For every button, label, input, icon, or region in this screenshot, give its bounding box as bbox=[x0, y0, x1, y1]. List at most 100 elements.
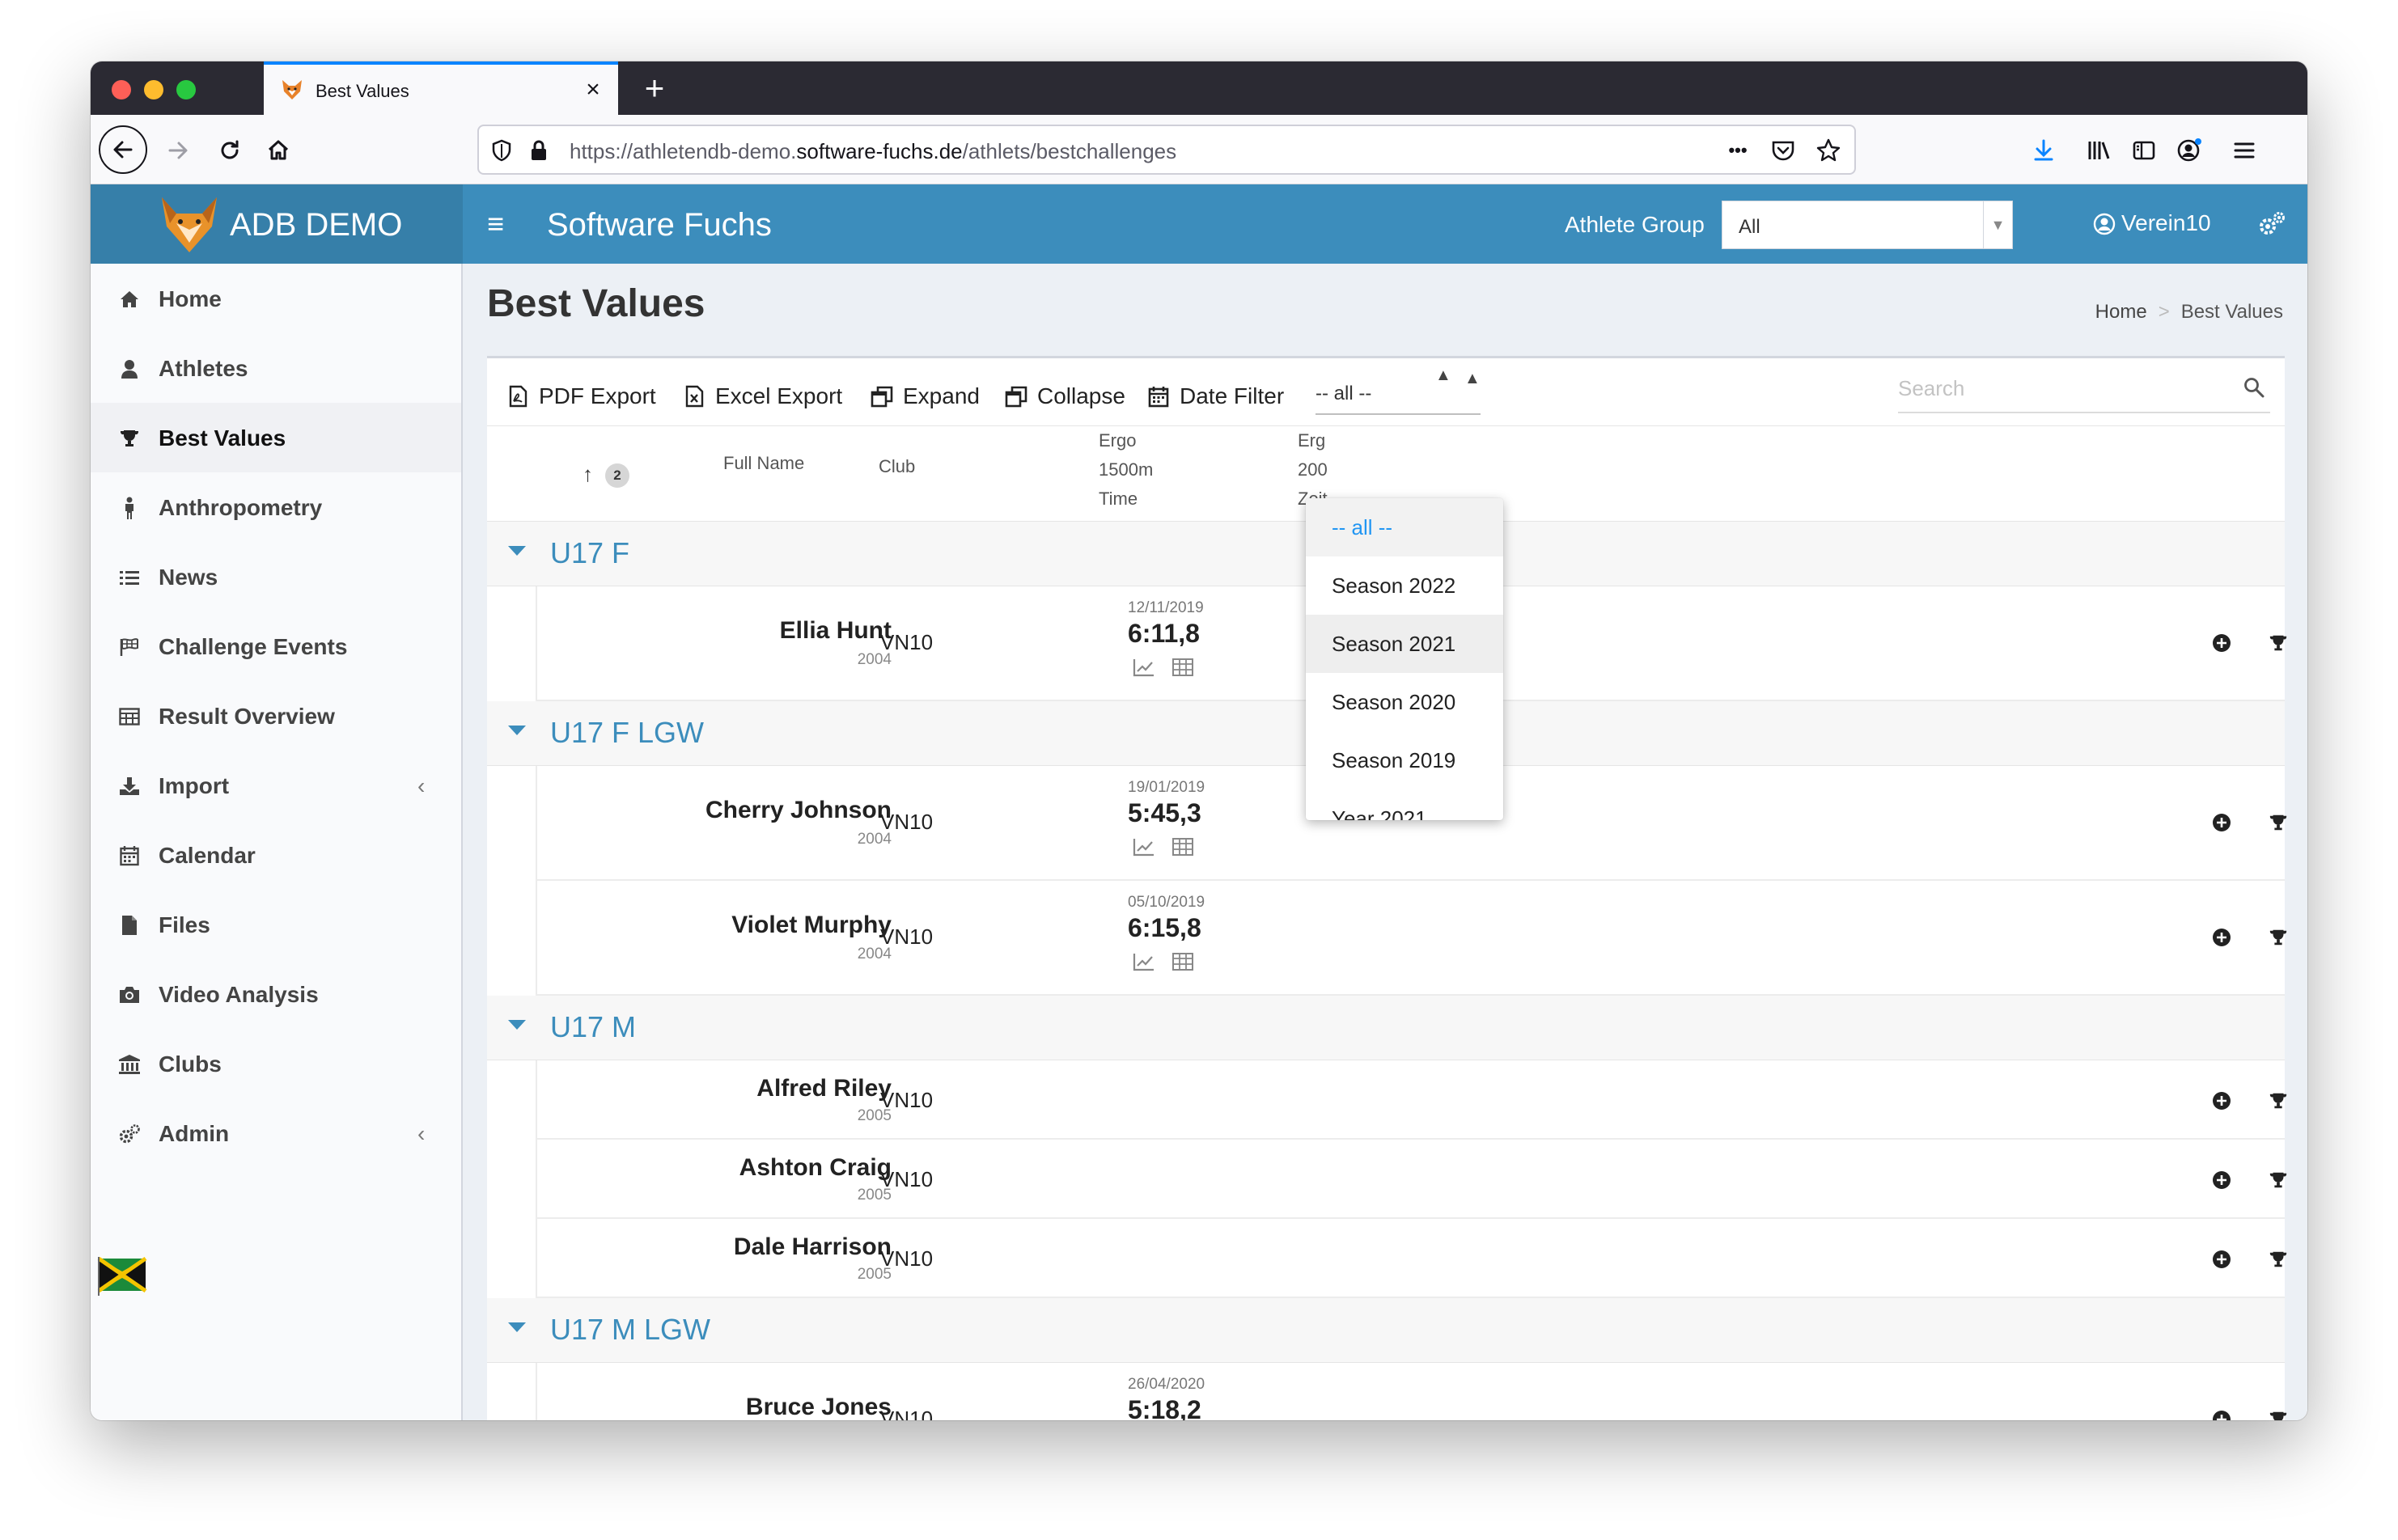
table-row[interactable]: Violet Murphy 2004 VN10 05/10/2019 6:15,… bbox=[536, 881, 2288, 996]
date-filter-button[interactable]: Date Filter bbox=[1147, 383, 1284, 410]
group-header[interactable]: U17 M bbox=[487, 996, 2285, 1060]
home-button[interactable] bbox=[257, 129, 299, 171]
dropdown-option-season-2020[interactable]: Season 2020 bbox=[1306, 673, 1503, 731]
table-icon[interactable] bbox=[1171, 952, 1194, 971]
zoom-window-button[interactable] bbox=[176, 80, 196, 99]
breadcrumb-home[interactable]: Home bbox=[2095, 301, 2147, 323]
table-row[interactable]: Ashton Craig 2005 VN10 bbox=[536, 1140, 2288, 1219]
pocket-icon[interactable] bbox=[1770, 138, 1796, 163]
app-menu-button[interactable] bbox=[2223, 129, 2265, 171]
dropdown-option-season-2019[interactable]: Season 2019 bbox=[1306, 731, 1503, 789]
result-time[interactable]: 6:15,8 bbox=[1128, 913, 1201, 943]
search-icon[interactable] bbox=[2243, 376, 2265, 399]
url-bar[interactable]: https://athletendb-demo.software-fuchs.d… bbox=[477, 125, 1856, 175]
athlete-name[interactable]: Ashton Craig bbox=[739, 1154, 892, 1182]
dropdown-option-season-2021[interactable]: Season 2021 bbox=[1306, 615, 1503, 673]
expand-button[interactable]: Expand bbox=[871, 383, 980, 410]
plus-circle-icon[interactable] bbox=[2212, 1250, 2231, 1269]
lock-icon[interactable] bbox=[526, 138, 552, 163]
plus-circle-icon[interactable] bbox=[2212, 1170, 2231, 1190]
sidebar-item-challenge-events[interactable]: Challenge Events bbox=[91, 611, 461, 681]
account-button[interactable] bbox=[2168, 129, 2210, 171]
sort-ascending-icon[interactable]: ↑ bbox=[583, 462, 593, 487]
column-header-full-name[interactable]: Full Name bbox=[723, 449, 804, 478]
sidebar-toggle-icon[interactable]: ≡ bbox=[487, 207, 504, 241]
sidebar-item-admin[interactable]: Admin ‹ bbox=[91, 1098, 461, 1168]
new-tab-button[interactable]: + bbox=[634, 68, 675, 108]
athlete-group-select[interactable]: All ▼ bbox=[1722, 201, 2013, 249]
sidebar-item-import[interactable]: Import ‹ bbox=[91, 751, 461, 820]
group-header[interactable]: U17 M LGW bbox=[487, 1298, 2285, 1363]
downloads-button[interactable] bbox=[2023, 129, 2065, 171]
sidebar-item-clubs[interactable]: Clubs bbox=[91, 1029, 461, 1098]
trophy-icon[interactable] bbox=[2269, 928, 2288, 947]
forward-button[interactable] bbox=[157, 129, 199, 171]
athlete-name[interactable]: Bruce Jones bbox=[746, 1394, 892, 1420]
trophy-icon[interactable] bbox=[2269, 1250, 2288, 1269]
table-icon[interactable] bbox=[1171, 658, 1194, 677]
sidebar-item-video-analysis[interactable]: Video Analysis bbox=[91, 959, 461, 1029]
table-row[interactable]: Bruce Jones VN10 26/04/2020 5:18,2 bbox=[536, 1363, 2288, 1420]
trophy-icon[interactable] bbox=[2269, 1170, 2288, 1190]
table-icon[interactable] bbox=[1171, 837, 1194, 857]
library-button[interactable] bbox=[2078, 129, 2120, 171]
sidebar-item-anthropometry[interactable]: Anthropometry bbox=[91, 472, 461, 542]
close-window-button[interactable] bbox=[112, 80, 131, 99]
athlete-name[interactable]: Dale Harrison bbox=[734, 1233, 892, 1261]
sidebar-item-news[interactable]: News bbox=[91, 542, 461, 611]
sidebar-item-result-overview[interactable]: Result Overview bbox=[91, 681, 461, 751]
dropdown-option-season-2022[interactable]: Season 2022 bbox=[1306, 556, 1503, 615]
column-header-club[interactable]: Club bbox=[879, 452, 915, 481]
user-circle-icon[interactable] bbox=[2092, 212, 2116, 236]
line-chart-icon[interactable] bbox=[1133, 658, 1155, 677]
url-text[interactable]: https://athletendb-demo.software-fuchs.d… bbox=[570, 139, 1176, 164]
plus-circle-icon[interactable] bbox=[2212, 1410, 2231, 1420]
settings-cogs-icon[interactable] bbox=[2257, 210, 2286, 238]
trophy-icon[interactable] bbox=[2269, 633, 2288, 653]
search-input[interactable]: Search bbox=[1898, 368, 2270, 413]
table-row[interactable]: Dale Harrison 2005 VN10 bbox=[536, 1219, 2288, 1298]
trophy-icon[interactable] bbox=[2269, 813, 2288, 832]
sidebar-item-home[interactable]: Home bbox=[91, 264, 461, 333]
user-name[interactable]: Verein10 bbox=[2121, 210, 2211, 236]
collapse-button[interactable]: Collapse bbox=[1005, 383, 1125, 410]
plus-circle-icon[interactable] bbox=[2212, 1091, 2231, 1111]
result-time[interactable]: 5:45,3 bbox=[1128, 798, 1201, 828]
sidebar-item-best-values[interactable]: Best Values bbox=[91, 403, 461, 472]
minimize-window-button[interactable] bbox=[144, 80, 163, 99]
sidebar-item-files[interactable]: Files bbox=[91, 890, 461, 959]
result-time[interactable]: 5:18,2 bbox=[1128, 1395, 1201, 1420]
browser-tab[interactable]: Best Values × bbox=[264, 61, 618, 115]
back-button[interactable] bbox=[99, 125, 147, 174]
sidebar-toggle-button[interactable] bbox=[2123, 129, 2165, 171]
trophy-icon[interactable] bbox=[2269, 1410, 2288, 1420]
athlete-name[interactable]: Alfred Riley bbox=[756, 1075, 892, 1102]
app-logo[interactable]: ADB DEMO bbox=[91, 184, 463, 264]
caret-up-icon[interactable]: ▲ bbox=[1435, 366, 1451, 385]
date-filter-select[interactable]: -- all -- bbox=[1316, 378, 1481, 415]
plus-circle-icon[interactable] bbox=[2212, 928, 2231, 947]
column-header-ergo-1500m[interactable]: Ergo 1500m Time bbox=[1099, 426, 1153, 514]
result-time[interactable]: 6:11,8 bbox=[1128, 619, 1200, 649]
more-actions-icon[interactable]: ••• bbox=[1722, 138, 1754, 163]
athlete-name[interactable]: Ellia Hunt bbox=[780, 617, 892, 645]
shield-icon[interactable] bbox=[489, 138, 515, 163]
plus-circle-icon[interactable] bbox=[2212, 633, 2231, 653]
reload-button[interactable] bbox=[209, 129, 251, 171]
dropdown-option-all[interactable]: -- all -- bbox=[1306, 498, 1503, 556]
athlete-name[interactable]: Cherry Johnson bbox=[705, 797, 892, 824]
sidebar-item-calendar[interactable]: Calendar bbox=[91, 820, 461, 890]
trophy-icon[interactable] bbox=[2269, 1091, 2288, 1111]
line-chart-icon[interactable] bbox=[1133, 952, 1155, 971]
jamaica-flag-icon[interactable] bbox=[95, 1254, 149, 1297]
plus-circle-icon[interactable] bbox=[2212, 813, 2231, 832]
athlete-name[interactable]: Violet Murphy bbox=[731, 912, 892, 939]
pdf-export-button[interactable]: PDF Export bbox=[506, 383, 656, 410]
excel-export-button[interactable]: Excel Export bbox=[683, 383, 842, 410]
table-row[interactable]: Alfred Riley 2005 VN10 bbox=[536, 1060, 2288, 1140]
tab-close-icon[interactable]: × bbox=[578, 74, 608, 105]
dropdown-option-year-2021[interactable]: Year 2021 bbox=[1306, 789, 1503, 820]
caret-up-icon[interactable]: ▲ bbox=[1464, 370, 1481, 388]
bookmark-star-icon[interactable] bbox=[1815, 138, 1841, 163]
sidebar-item-athletes[interactable]: Athletes bbox=[91, 333, 461, 403]
